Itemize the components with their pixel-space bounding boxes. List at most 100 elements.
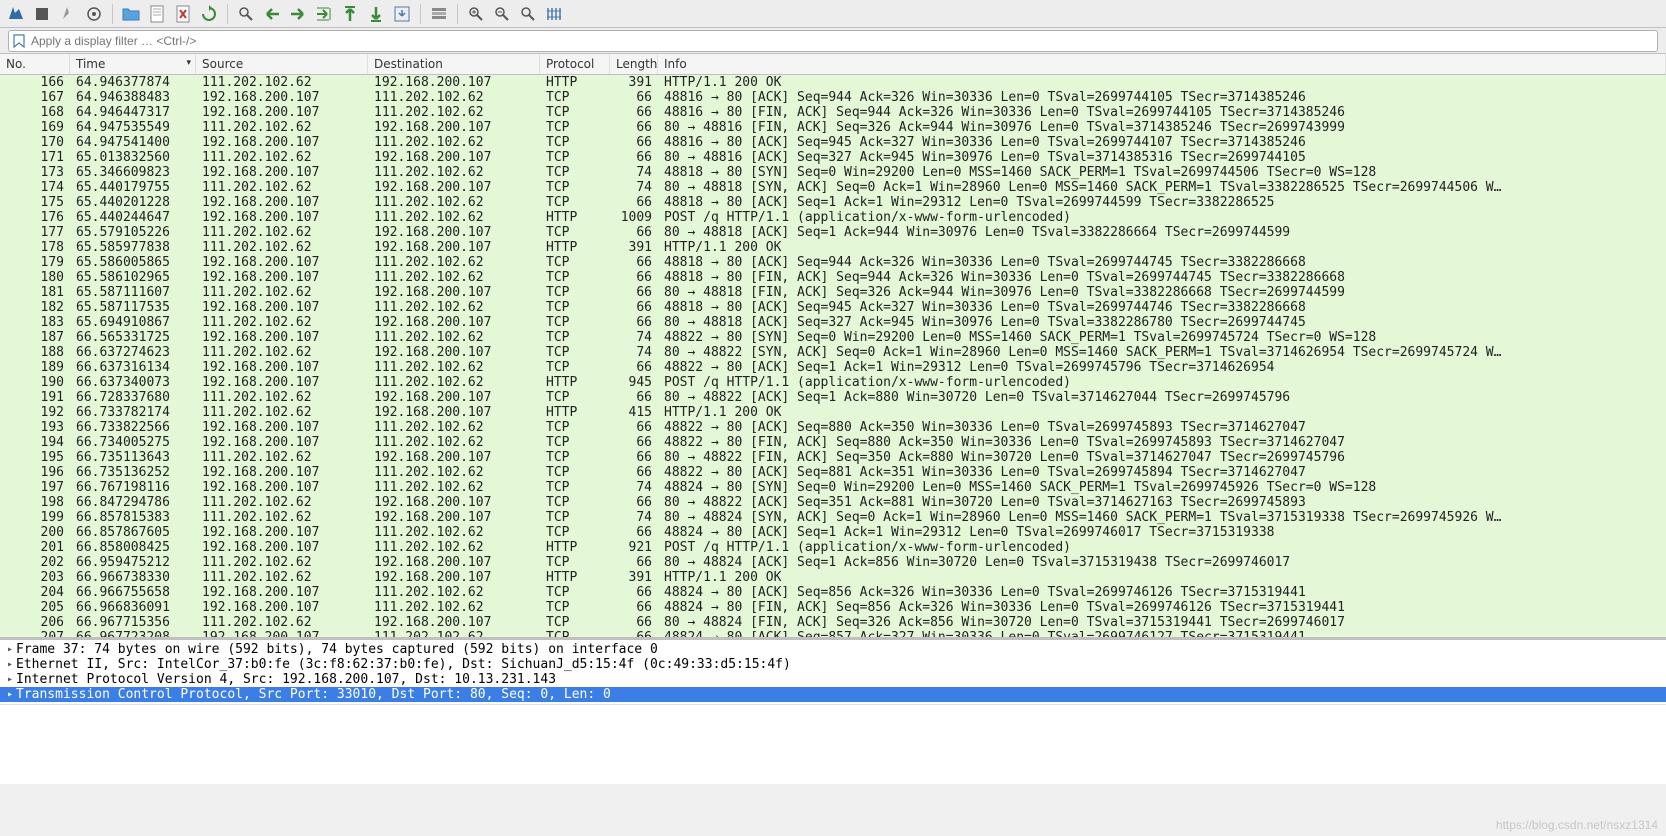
cell-info: 48816 → 80 [FIN, ACK] Seq=944 Ack=326 Wi…	[658, 105, 1666, 120]
packet-row[interactable]: 19266.733782174111.202.102.62192.168.200…	[0, 405, 1666, 420]
packet-row[interactable]: 17965.586005865192.168.200.107111.202.10…	[0, 255, 1666, 270]
packet-row[interactable]: 20566.966836091192.168.200.107111.202.10…	[0, 600, 1666, 615]
cell-info: 48822 → 80 [FIN, ACK] Seq=880 Ack=350 Wi…	[658, 435, 1666, 450]
cell-protocol: TCP	[540, 495, 610, 510]
packet-row[interactable]: 20266.959475212111.202.102.62192.168.200…	[0, 555, 1666, 570]
packet-row[interactable]: 18365.694910867111.202.102.62192.168.200…	[0, 315, 1666, 330]
packet-row[interactable]: 19066.637340073192.168.200.107111.202.10…	[0, 375, 1666, 390]
packet-row[interactable]: 18766.565331725192.168.200.107111.202.10…	[0, 330, 1666, 345]
cell-protocol: TCP	[540, 555, 610, 570]
restart-capture-icon[interactable]	[56, 2, 80, 26]
packet-rows[interactable]: 16664.946377874111.202.102.62192.168.200…	[0, 75, 1666, 637]
cell-time: 66.858008425	[70, 540, 196, 555]
packet-row[interactable]: 19666.735136252192.168.200.107111.202.10…	[0, 465, 1666, 480]
cell-info: POST /q HTTP/1.1 (application/x-www-form…	[658, 210, 1666, 225]
cell-info: 48822 → 80 [SYN] Seq=0 Win=29200 Len=0 M…	[658, 330, 1666, 345]
packet-row[interactable]: 17365.346609823192.168.200.107111.202.10…	[0, 165, 1666, 180]
packet-row[interactable]: 18065.586102965192.168.200.107111.202.10…	[0, 270, 1666, 285]
cell-destination: 111.202.102.62	[368, 600, 540, 615]
go-last-icon[interactable]	[364, 2, 388, 26]
column-header-time[interactable]: Time▾	[70, 54, 196, 74]
go-forward-icon[interactable]	[286, 2, 310, 26]
packet-row[interactable]: 19866.847294786111.202.102.62192.168.200…	[0, 495, 1666, 510]
packet-row[interactable]: 19966.857815383111.202.102.62192.168.200…	[0, 510, 1666, 525]
packet-row[interactable]: 17165.013832560111.202.102.62192.168.200…	[0, 150, 1666, 165]
packet-row[interactable]: 20166.858008425192.168.200.107111.202.10…	[0, 540, 1666, 555]
detail-ip[interactable]: ▸Internet Protocol Version 4, Src: 192.1…	[0, 672, 1666, 687]
cell-info: 48818 → 80 [ACK] Seq=1 Ack=1 Win=29312 L…	[658, 195, 1666, 210]
auto-scroll-icon[interactable]	[390, 2, 414, 26]
packet-row[interactable]: 17865.585977838111.202.102.62192.168.200…	[0, 240, 1666, 255]
packet-list: No. Time▾ Source Destination Protocol Le…	[0, 54, 1666, 637]
packet-row[interactable]: 16864.946447317192.168.200.107111.202.10…	[0, 105, 1666, 120]
packet-row[interactable]: 20666.967715356111.202.102.62192.168.200…	[0, 615, 1666, 630]
detail-tcp[interactable]: ▸Transmission Control Protocol, Src Port…	[0, 687, 1666, 702]
find-packet-icon[interactable]	[234, 2, 258, 26]
packet-row[interactable]: 19566.735113643111.202.102.62192.168.200…	[0, 450, 1666, 465]
stop-capture-icon[interactable]	[30, 2, 54, 26]
packet-row[interactable]: 17765.579105226111.202.102.62192.168.200…	[0, 225, 1666, 240]
cell-destination: 192.168.200.107	[368, 180, 540, 195]
open-file-icon[interactable]	[119, 2, 143, 26]
zoom-in-icon[interactable]	[464, 2, 488, 26]
capture-options-icon[interactable]	[82, 2, 106, 26]
close-file-icon[interactable]	[171, 2, 195, 26]
display-filter-input[interactable]	[31, 34, 1653, 48]
cell-length: 66	[610, 390, 658, 405]
packet-row[interactable]: 17565.440201228192.168.200.107111.202.10…	[0, 195, 1666, 210]
packet-row[interactable]: 17465.440179755111.202.102.62192.168.200…	[0, 180, 1666, 195]
cell-protocol: HTTP	[540, 240, 610, 255]
cell-time: 66.967715356	[70, 615, 196, 630]
cell-destination: 192.168.200.107	[368, 150, 540, 165]
colorize-icon[interactable]	[427, 2, 451, 26]
packet-row[interactable]: 18265.587117535192.168.200.107111.202.10…	[0, 300, 1666, 315]
packet-row[interactable]: 16964.947535549111.202.102.62192.168.200…	[0, 120, 1666, 135]
cell-length: 66	[610, 150, 658, 165]
column-header-source[interactable]: Source	[196, 54, 368, 74]
column-header-length[interactable]: Length	[610, 54, 658, 74]
packet-row[interactable]: 18165.587111607111.202.102.62192.168.200…	[0, 285, 1666, 300]
cell-length: 391	[610, 240, 658, 255]
packet-row[interactable]: 20766.967723208192.168.200.107111.202.10…	[0, 630, 1666, 637]
packet-row[interactable]: 16764.946388483192.168.200.107111.202.10…	[0, 90, 1666, 105]
go-back-icon[interactable]	[260, 2, 284, 26]
detail-frame[interactable]: ▸Frame 37: 74 bytes on wire (592 bits), …	[0, 642, 1666, 657]
packet-row[interactable]: 19166.728337680111.202.102.62192.168.200…	[0, 390, 1666, 405]
packet-row[interactable]: 20466.966755658192.168.200.107111.202.10…	[0, 585, 1666, 600]
cell-length: 66	[610, 360, 658, 375]
reload-icon[interactable]	[197, 2, 221, 26]
cell-source: 192.168.200.107	[196, 255, 368, 270]
cell-time: 66.857815383	[70, 510, 196, 525]
packet-row[interactable]: 17665.440244647192.168.200.107111.202.10…	[0, 210, 1666, 225]
packet-row[interactable]: 20066.857867605192.168.200.107111.202.10…	[0, 525, 1666, 540]
resize-columns-icon[interactable]	[542, 2, 566, 26]
cell-destination: 111.202.102.62	[368, 585, 540, 600]
logo-icon[interactable]	[4, 2, 28, 26]
zoom-out-icon[interactable]	[490, 2, 514, 26]
packet-row[interactable]: 16664.946377874111.202.102.62192.168.200…	[0, 75, 1666, 90]
go-to-packet-icon[interactable]	[312, 2, 336, 26]
save-file-icon[interactable]	[145, 2, 169, 26]
packet-row[interactable]: 19466.734005275192.168.200.107111.202.10…	[0, 435, 1666, 450]
column-header-no[interactable]: No.	[0, 54, 70, 74]
packet-row[interactable]: 18966.637316134192.168.200.107111.202.10…	[0, 360, 1666, 375]
bookmark-icon[interactable]	[13, 34, 27, 48]
go-first-icon[interactable]	[338, 2, 362, 26]
packet-row[interactable]: 17064.947541400192.168.200.107111.202.10…	[0, 135, 1666, 150]
column-header-destination[interactable]: Destination	[368, 54, 540, 74]
cell-no: 203	[0, 570, 70, 585]
detail-ethernet[interactable]: ▸Ethernet II, Src: IntelCor_37:b0:fe (3c…	[0, 657, 1666, 672]
cell-no: 199	[0, 510, 70, 525]
zoom-reset-icon[interactable]	[516, 2, 540, 26]
packet-row[interactable]: 19366.733822566192.168.200.107111.202.10…	[0, 420, 1666, 435]
column-header-info[interactable]: Info	[658, 54, 1666, 74]
packet-row[interactable]: 19766.767198116192.168.200.107111.202.10…	[0, 480, 1666, 495]
column-header-protocol[interactable]: Protocol	[540, 54, 610, 74]
cell-destination: 111.202.102.62	[368, 135, 540, 150]
packet-row[interactable]: 20366.966738330111.202.102.62192.168.200…	[0, 570, 1666, 585]
filter-input-wrap[interactable]	[8, 30, 1658, 52]
cell-destination: 192.168.200.107	[368, 405, 540, 420]
cell-time: 66.966836091	[70, 600, 196, 615]
cell-protocol: TCP	[540, 360, 610, 375]
packet-row[interactable]: 18866.637274623111.202.102.62192.168.200…	[0, 345, 1666, 360]
